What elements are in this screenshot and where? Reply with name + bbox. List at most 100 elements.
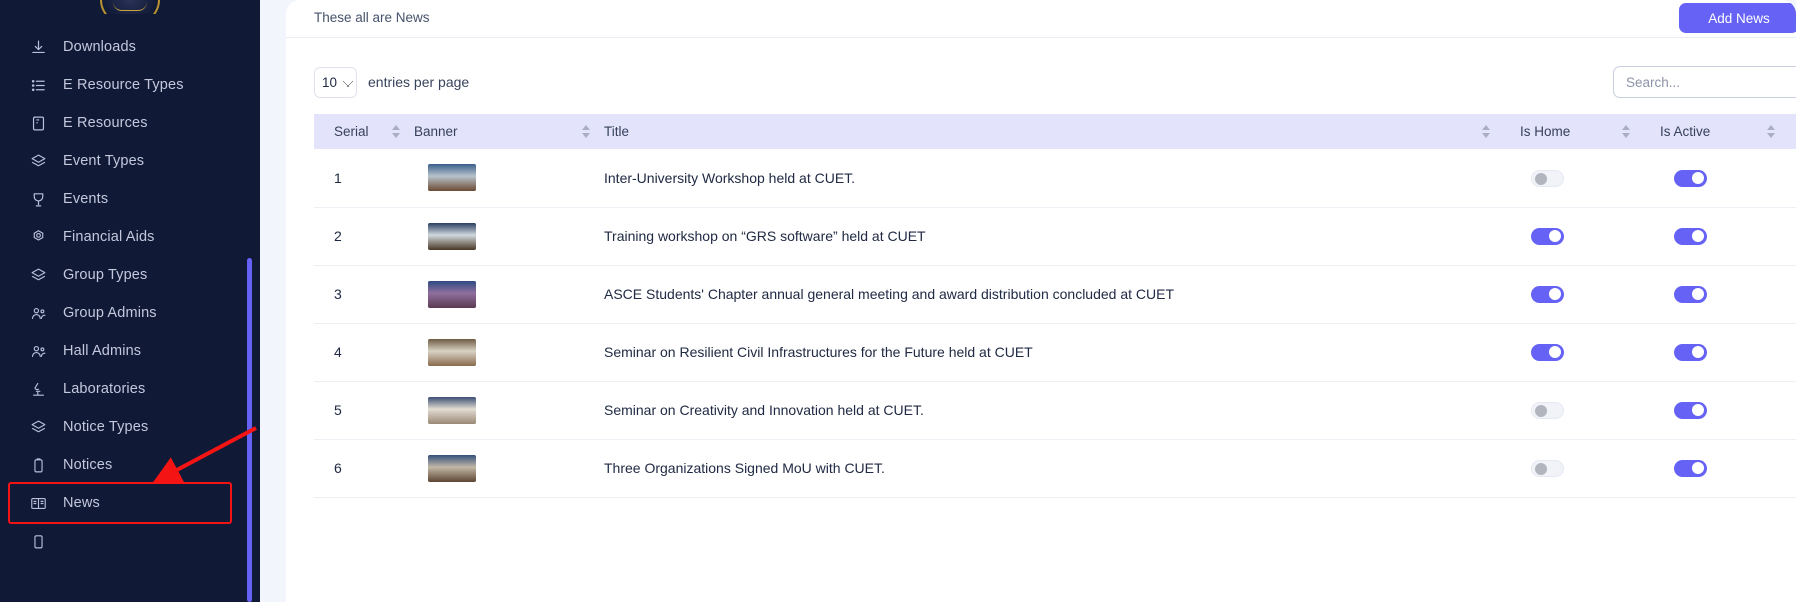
column-header-actions: Actions	[1789, 114, 1796, 149]
banner-thumbnail[interactable]	[428, 223, 476, 250]
is-home-toggle[interactable]	[1531, 344, 1564, 361]
sidebar-item-notices[interactable]: Notices	[0, 446, 260, 484]
sidebar-item-next-partial[interactable]	[0, 522, 260, 560]
add-news-button[interactable]: Add News	[1679, 3, 1796, 33]
sidebar-item-notice-types[interactable]: Notice Types	[0, 408, 260, 446]
cell-serial: 1	[314, 149, 414, 207]
column-header-title[interactable]: Title	[604, 114, 1504, 149]
sidebar-item-event-types[interactable]: Event Types	[0, 142, 260, 180]
news-card: These all are News Add News 102550100 en…	[286, 0, 1796, 602]
is-active-toggle[interactable]	[1674, 402, 1707, 419]
cell-banner	[414, 439, 604, 497]
cell-banner	[414, 323, 604, 381]
serial-value: 2	[334, 228, 342, 244]
is-home-toggle[interactable]	[1531, 402, 1564, 419]
sidebar-item-group-types[interactable]: Group Types	[0, 256, 260, 294]
cell-actions	[1789, 149, 1796, 207]
microscope-icon	[30, 381, 47, 398]
cell-is-active	[1644, 207, 1789, 265]
card-subtitle: These all are News	[314, 9, 1768, 27]
app-root: Downloads E Resource Types E Resources E…	[0, 0, 1796, 602]
news-table: Serial Banner	[314, 114, 1796, 498]
cell-actions	[1789, 265, 1796, 323]
download-icon	[30, 39, 47, 56]
sidebar-item-label: Event Types	[63, 153, 144, 169]
column-header-is-active[interactable]: Is Active	[1644, 114, 1789, 149]
title-value: Inter-University Workshop held at CUET.	[604, 170, 855, 186]
table-row: 6 Three Organizations Signed MoU with CU…	[314, 439, 1796, 497]
cell-serial: 6	[314, 439, 414, 497]
table-row: 2 Training workshop on “GRS software” he…	[314, 207, 1796, 265]
sidebar-item-events[interactable]: Events	[0, 180, 260, 218]
crest-icon	[100, 0, 160, 14]
is-active-toggle[interactable]	[1674, 286, 1707, 303]
sidebar-item-label: E Resource Types	[63, 77, 184, 93]
sidebar-item-label: Laboratories	[63, 381, 145, 397]
cell-title: Training workshop on “GRS software” held…	[604, 207, 1504, 265]
sort-icon[interactable]	[582, 125, 604, 138]
is-home-toggle[interactable]	[1531, 286, 1564, 303]
sort-icon[interactable]	[1622, 125, 1644, 138]
is-active-toggle[interactable]	[1674, 170, 1707, 187]
brand-logo	[0, 0, 260, 14]
layers-icon	[30, 153, 47, 170]
clipboard-icon	[30, 457, 47, 474]
sort-icon[interactable]	[1767, 125, 1789, 138]
title-value: ASCE Students' Chapter annual general me…	[604, 286, 1174, 302]
sidebar-item-label: Group Admins	[63, 305, 157, 321]
title-value: Three Organizations Signed MoU with CUET…	[604, 460, 885, 476]
is-home-toggle[interactable]	[1531, 228, 1564, 245]
cell-title: Inter-University Workshop held at CUET.	[604, 149, 1504, 207]
search-input[interactable]	[1613, 66, 1796, 98]
trophy-icon	[30, 191, 47, 208]
cell-banner	[414, 265, 604, 323]
cell-serial: 4	[314, 323, 414, 381]
table-row: 4 Seminar on Resilient Civil Infrastruct…	[314, 323, 1796, 381]
sidebar-item-e-resources[interactable]: E Resources	[0, 104, 260, 142]
banner-thumbnail[interactable]	[428, 339, 476, 366]
sidebar-item-label: News	[63, 495, 100, 511]
banner-thumbnail[interactable]	[428, 397, 476, 424]
sort-icon[interactable]	[1482, 125, 1504, 138]
cell-serial: 5	[314, 381, 414, 439]
sidebar-item-label: E Resources	[63, 115, 148, 131]
sidebar-scrollbar[interactable]	[247, 258, 252, 602]
entries-per-page-select[interactable]: 102550100	[314, 67, 357, 98]
cell-title: ASCE Students' Chapter annual general me…	[604, 265, 1504, 323]
column-label: Actions	[1789, 124, 1796, 139]
sidebar-item-hall-admins[interactable]: Hall Admins	[0, 332, 260, 370]
cell-is-active	[1644, 439, 1789, 497]
table-controls: 102550100 entries per page	[286, 38, 1796, 102]
sidebar-item-label: Group Types	[63, 267, 147, 283]
table-row: 1 Inter-University Workshop held at CUET…	[314, 149, 1796, 207]
list-icon	[30, 77, 47, 94]
sidebar-item-downloads[interactable]: Downloads	[0, 28, 260, 66]
cell-title: Three Organizations Signed MoU with CUET…	[604, 439, 1504, 497]
news-icon	[30, 495, 47, 512]
banner-thumbnail[interactable]	[428, 281, 476, 308]
sidebar-item-e-resource-types[interactable]: E Resource Types	[0, 66, 260, 104]
is-home-toggle[interactable]	[1531, 460, 1564, 477]
users-icon	[30, 305, 47, 322]
cell-is-home	[1504, 265, 1644, 323]
serial-value: 4	[334, 344, 342, 360]
table-body: 1 Inter-University Workshop held at CUET…	[314, 149, 1796, 497]
banner-thumbnail[interactable]	[428, 164, 476, 191]
sidebar-item-group-admins[interactable]: Group Admins	[0, 294, 260, 332]
layers-icon	[30, 419, 47, 436]
sidebar-item-news[interactable]: News	[10, 484, 230, 522]
sidebar-nav: Downloads E Resource Types E Resources E…	[0, 14, 260, 560]
column-header-is-home[interactable]: Is Home	[1504, 114, 1644, 149]
is-active-toggle[interactable]	[1674, 344, 1707, 361]
column-header-serial[interactable]: Serial	[314, 114, 414, 149]
cell-is-home	[1504, 207, 1644, 265]
is-active-toggle[interactable]	[1674, 460, 1707, 477]
column-header-banner[interactable]: Banner	[414, 114, 604, 149]
sidebar-item-laboratories[interactable]: Laboratories	[0, 370, 260, 408]
is-active-toggle[interactable]	[1674, 228, 1707, 245]
sort-icon[interactable]	[392, 125, 414, 138]
sidebar-item-financial-aids[interactable]: Financial Aids	[0, 218, 260, 256]
book-icon	[30, 115, 47, 132]
banner-thumbnail[interactable]	[428, 455, 476, 482]
is-home-toggle[interactable]	[1531, 170, 1564, 187]
